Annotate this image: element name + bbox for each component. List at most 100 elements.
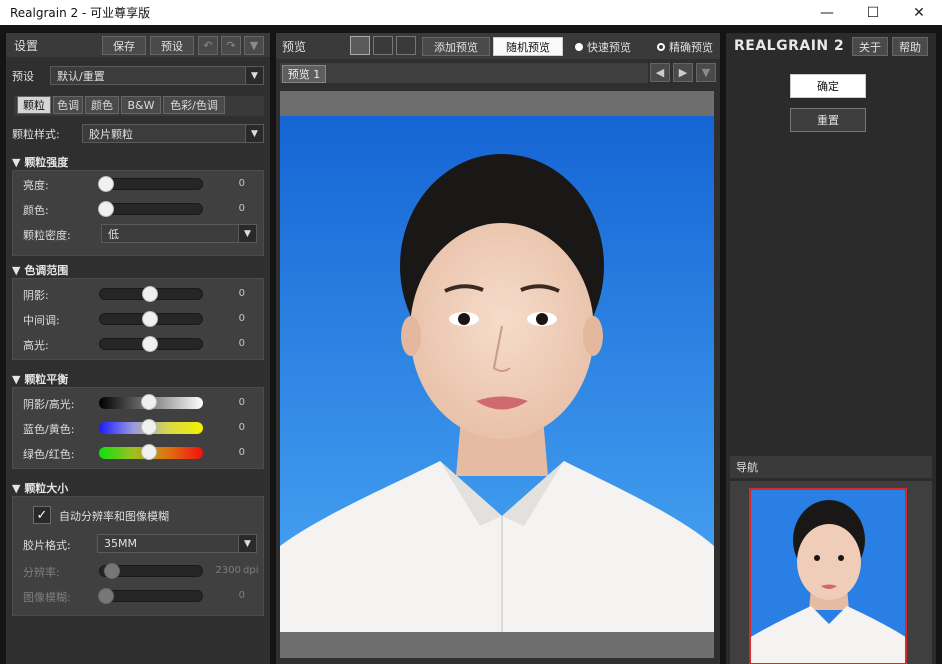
resolution-slider[interactable] — [99, 563, 203, 579]
tab-menu-icon[interactable]: ▼ — [696, 63, 716, 82]
preview-tab-1[interactable]: 预览 1 — [282, 65, 326, 83]
grain-size-box: ✓ 自动分辨率和图像模糊 胶片格式: 35MM ▼ 分辨率: 2300 dpi … — [12, 496, 264, 616]
app-window: 设置 保存 预设 ↶ ↷ ▼ 预设 默认/重置 ▼ 颗粒 色调 颜色 B&W 色… — [0, 25, 942, 664]
slider-knob[interactable] — [142, 311, 158, 327]
reset-button[interactable]: 重置 — [790, 108, 866, 132]
fast-preview-radio[interactable] — [575, 43, 583, 51]
green-red-label: 绿色/红色: — [23, 448, 75, 461]
slider-knob[interactable] — [98, 201, 114, 217]
preview-title: 预览 — [282, 40, 307, 54]
grain-style-select[interactable]: 胶片颗粒 ▼ — [82, 124, 264, 143]
film-format-value: 35MM — [104, 537, 137, 550]
tab-bw[interactable]: B&W — [121, 96, 161, 114]
tab-color-tone[interactable]: 色彩/色调 — [163, 96, 225, 114]
slider-knob[interactable] — [142, 336, 158, 352]
close-button[interactable]: ✕ — [896, 0, 942, 25]
next-tab-icon[interactable]: ▶ — [673, 63, 693, 82]
highlights-value: 0 — [238, 338, 245, 349]
split-horizontal-icon[interactable] — [373, 36, 393, 55]
slider-knob[interactable] — [142, 286, 158, 302]
image-blur-label: 图像模糊: — [23, 591, 71, 604]
accurate-preview-label: 精确预览 — [669, 41, 713, 54]
split-vertical-icon[interactable] — [396, 36, 416, 55]
section-tone-range[interactable]: ▼ 色调范围 — [12, 262, 68, 278]
blue-yellow-slider[interactable] — [99, 419, 203, 435]
collapse-triangle-icon: ▼ — [12, 156, 21, 169]
shadows-slider[interactable] — [99, 286, 203, 302]
slider-knob[interactable] — [141, 394, 157, 410]
menu-chevron-icon[interactable]: ▼ — [244, 36, 264, 55]
brightness-slider[interactable] — [98, 176, 203, 192]
add-preview-button[interactable]: 添加预览 — [422, 37, 490, 56]
slider-knob[interactable] — [98, 588, 114, 604]
midtones-slider[interactable] — [99, 311, 203, 327]
shadows-label: 阴影: — [23, 289, 49, 302]
highlights-slider[interactable] — [99, 336, 203, 352]
realgrain-logo: REALGRAIN 2 — [734, 38, 845, 54]
navigator-header: 导航 — [730, 456, 932, 478]
color-slider[interactable] — [98, 201, 203, 217]
redo-icon[interactable]: ↷ — [221, 36, 241, 55]
color-value: 0 — [238, 203, 245, 214]
portrait-photo — [280, 116, 714, 632]
minimize-button[interactable]: — — [804, 0, 850, 25]
preset-button[interactable]: 预设 — [150, 36, 194, 55]
random-preview-button[interactable]: 随机预览 — [493, 37, 563, 56]
preset-row-label: 预设 — [12, 70, 34, 83]
slider-knob[interactable] — [98, 176, 114, 192]
tab-bar: 颗粒 色调 颜色 B&W 色彩/色调 — [14, 96, 264, 116]
image-blur-slider[interactable] — [98, 588, 203, 604]
preview-tab-strip — [280, 63, 648, 83]
shadow-highlight-slider[interactable] — [99, 394, 203, 410]
collapse-triangle-icon: ▼ — [12, 264, 21, 277]
grain-strength-box: 亮度: 0 颜色: 0 颗粒密度: 低 ▼ — [12, 170, 264, 256]
prev-tab-icon[interactable]: ◀ — [650, 63, 670, 82]
tab-color[interactable]: 颜色 — [85, 96, 119, 114]
ok-button[interactable]: 确定 — [790, 74, 866, 98]
highlights-label: 高光: — [23, 339, 49, 352]
slider-knob[interactable] — [141, 419, 157, 435]
right-header: REALGRAIN 2 关于 帮助 — [726, 33, 936, 61]
preview-top-bar — [280, 91, 714, 116]
section-title: 颗粒大小 — [24, 482, 69, 495]
preview-panel: 预览 添加预览 随机预览 快速预览 精确预览 预览 1 ◀ ▶ ▼ — [276, 33, 720, 664]
color-label: 颜色: — [23, 204, 49, 217]
tab-grain[interactable]: 颗粒 — [17, 96, 51, 114]
settings-title: 设置 — [14, 39, 39, 53]
preset-select[interactable]: 默认/重置 ▼ — [50, 66, 264, 85]
chevron-down-icon: ▼ — [238, 535, 256, 552]
green-red-slider[interactable] — [99, 444, 203, 460]
slider-knob[interactable] — [104, 563, 120, 579]
about-button[interactable]: 关于 — [852, 37, 888, 56]
navigator-thumbnail[interactable] — [749, 488, 907, 664]
section-title: 颗粒平衡 — [24, 373, 69, 386]
section-title: 颗粒强度 — [24, 156, 69, 169]
shadow-highlight-value: 0 — [238, 397, 245, 408]
chevron-down-icon: ▼ — [245, 125, 263, 142]
help-button[interactable]: 帮助 — [892, 37, 928, 56]
grain-balance-box: 阴影/高光: 0 蓝色/黄色: 0 绿色/红色: 0 — [12, 387, 264, 469]
midtones-label: 中间调: — [23, 314, 60, 327]
section-grain-strength[interactable]: ▼ 颗粒强度 — [12, 154, 68, 170]
section-grain-size[interactable]: ▼ 颗粒大小 — [12, 480, 68, 496]
grain-density-select[interactable]: 低 ▼ — [101, 224, 257, 243]
film-format-select[interactable]: 35MM ▼ — [97, 534, 257, 553]
undo-icon[interactable]: ↶ — [198, 36, 218, 55]
single-view-icon[interactable] — [350, 36, 370, 55]
save-button[interactable]: 保存 — [102, 36, 146, 55]
maximize-button[interactable]: ☐ — [850, 0, 896, 25]
grain-style-value: 胶片颗粒 — [89, 127, 133, 141]
tab-tone[interactable]: 色调 — [53, 96, 83, 114]
preview-bottom-bar — [280, 632, 714, 658]
chevron-down-icon: ▼ — [245, 67, 263, 84]
grain-style-label: 颗粒样式: — [12, 128, 60, 141]
window-title: Realgrain 2 - 可业尊享版 — [10, 6, 151, 20]
auto-resolution-checkbox[interactable]: ✓ — [33, 506, 51, 524]
navigator-title: 导航 — [736, 461, 758, 474]
section-grain-balance[interactable]: ▼ 颗粒平衡 — [12, 371, 68, 387]
accurate-preview-radio[interactable] — [657, 43, 665, 51]
slider-knob[interactable] — [141, 444, 157, 460]
chevron-down-icon: ▼ — [238, 225, 256, 242]
shadow-highlight-label: 阴影/高光: — [23, 398, 75, 411]
section-title: 色调范围 — [24, 264, 69, 277]
